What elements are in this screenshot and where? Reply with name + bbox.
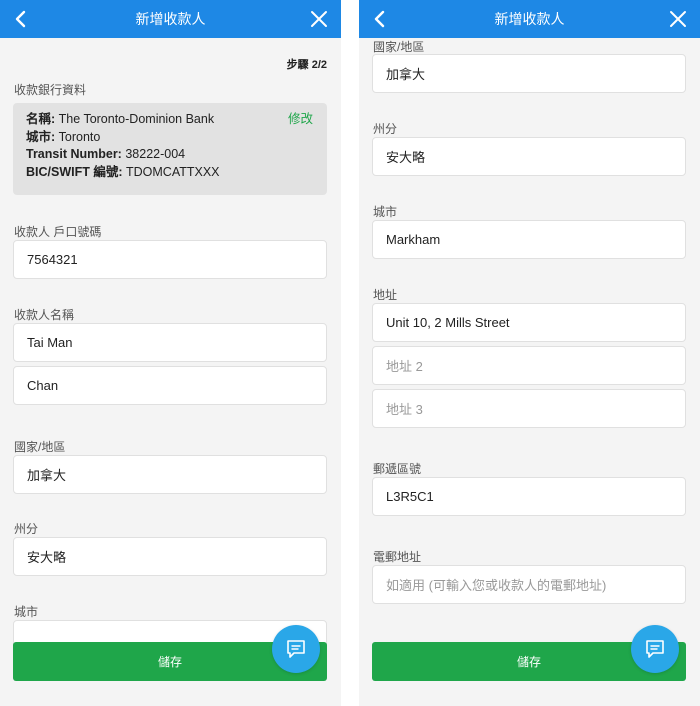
- bank-city-row: 城市: Toronto: [26, 129, 314, 147]
- payee-name-label: 收款人名稱: [14, 308, 75, 322]
- country-label-right: 國家/地區: [373, 40, 425, 54]
- close-button[interactable]: [305, 5, 333, 33]
- close-icon: [670, 11, 686, 27]
- app-header: 新增收款人: [0, 0, 341, 38]
- bank-name-key: 名稱:: [26, 112, 56, 126]
- account-number-field[interactable]: 7564321: [13, 240, 327, 279]
- bank-info-card: 名稱: The Toronto-Dominion Bank 城市: Toront…: [13, 103, 327, 195]
- account-label: 收款人 戶口號碼: [14, 225, 102, 239]
- header-title: 新增收款人: [135, 11, 206, 27]
- swift-row: BIC/SWIFT 編號: TDOMCATTXXX: [26, 164, 314, 182]
- bank-city-value: Toronto: [58, 129, 101, 144]
- city-field-right[interactable]: Markham: [372, 220, 686, 259]
- email-label: 電郵地址: [373, 550, 422, 564]
- chat-button-right[interactable]: [631, 625, 679, 673]
- step-indicator: 步驟 2/2: [286, 59, 327, 71]
- country-field-right[interactable]: 加拿大: [372, 54, 686, 93]
- screen-step-right: 新增收款人 國家/地區 加拿大 州分 安大略 城市 Markham 地址 Uni…: [359, 0, 700, 706]
- back-button[interactable]: [6, 4, 34, 34]
- app-header-right: 新增收款人: [359, 0, 700, 38]
- province-field[interactable]: 安大略: [13, 537, 327, 576]
- chevron-left-icon: [374, 10, 385, 28]
- transit-row: Transit Number: 38222-004: [26, 146, 314, 164]
- screen-step-left: 新增收款人 步驟 2/2 收款銀行資料 名稱: The Toronto-Domi…: [0, 0, 341, 706]
- city-label-right: 城市: [373, 205, 398, 219]
- transit-key: Transit Number:: [26, 147, 122, 161]
- edit-bank-link[interactable]: 修改: [288, 111, 313, 129]
- bank-city-key: 城市:: [26, 129, 56, 144]
- chat-button[interactable]: [272, 625, 320, 673]
- address-line3-field[interactable]: 地址 3: [372, 389, 686, 428]
- chat-bubble-icon: [287, 640, 305, 658]
- address-label: 地址: [373, 288, 398, 302]
- chevron-left-icon: [15, 10, 26, 28]
- province-label-right: 州分: [373, 122, 398, 136]
- email-field[interactable]: 如適用 (可輸入您或收款人的電郵地址): [372, 565, 686, 604]
- province-field-right[interactable]: 安大略: [372, 137, 686, 176]
- bank-name-value: The Toronto-Dominion Bank: [58, 112, 215, 126]
- province-label: 州分: [14, 522, 39, 536]
- city-label: 城市: [14, 605, 39, 619]
- bank-section-heading: 收款銀行資料: [14, 83, 87, 97]
- country-field[interactable]: 加拿大: [13, 455, 327, 494]
- chat-bubble-icon: [646, 640, 664, 658]
- swift-key: BIC/SWIFT 編號:: [26, 164, 123, 179]
- close-icon: [311, 11, 327, 27]
- transit-value: 38222-004: [125, 147, 186, 161]
- address-line1-field[interactable]: Unit 10, 2 Mills Street: [372, 303, 686, 342]
- payee-last-name-field[interactable]: Chan: [13, 366, 327, 405]
- postal-code-field[interactable]: L3R5C1: [372, 477, 686, 516]
- postal-code-label: 郵遞區號: [373, 462, 422, 476]
- swift-value: TDOMCATTXXX: [126, 164, 220, 179]
- header-title-right: 新增收款人: [494, 11, 565, 27]
- close-button-right[interactable]: [664, 5, 692, 33]
- bank-name-row: 名稱: The Toronto-Dominion Bank: [26, 111, 314, 129]
- back-button-right[interactable]: [365, 4, 393, 34]
- country-label: 國家/地區: [14, 440, 66, 454]
- address-line2-field[interactable]: 地址 2: [372, 346, 686, 385]
- payee-first-name-field[interactable]: Tai Man: [13, 323, 327, 362]
